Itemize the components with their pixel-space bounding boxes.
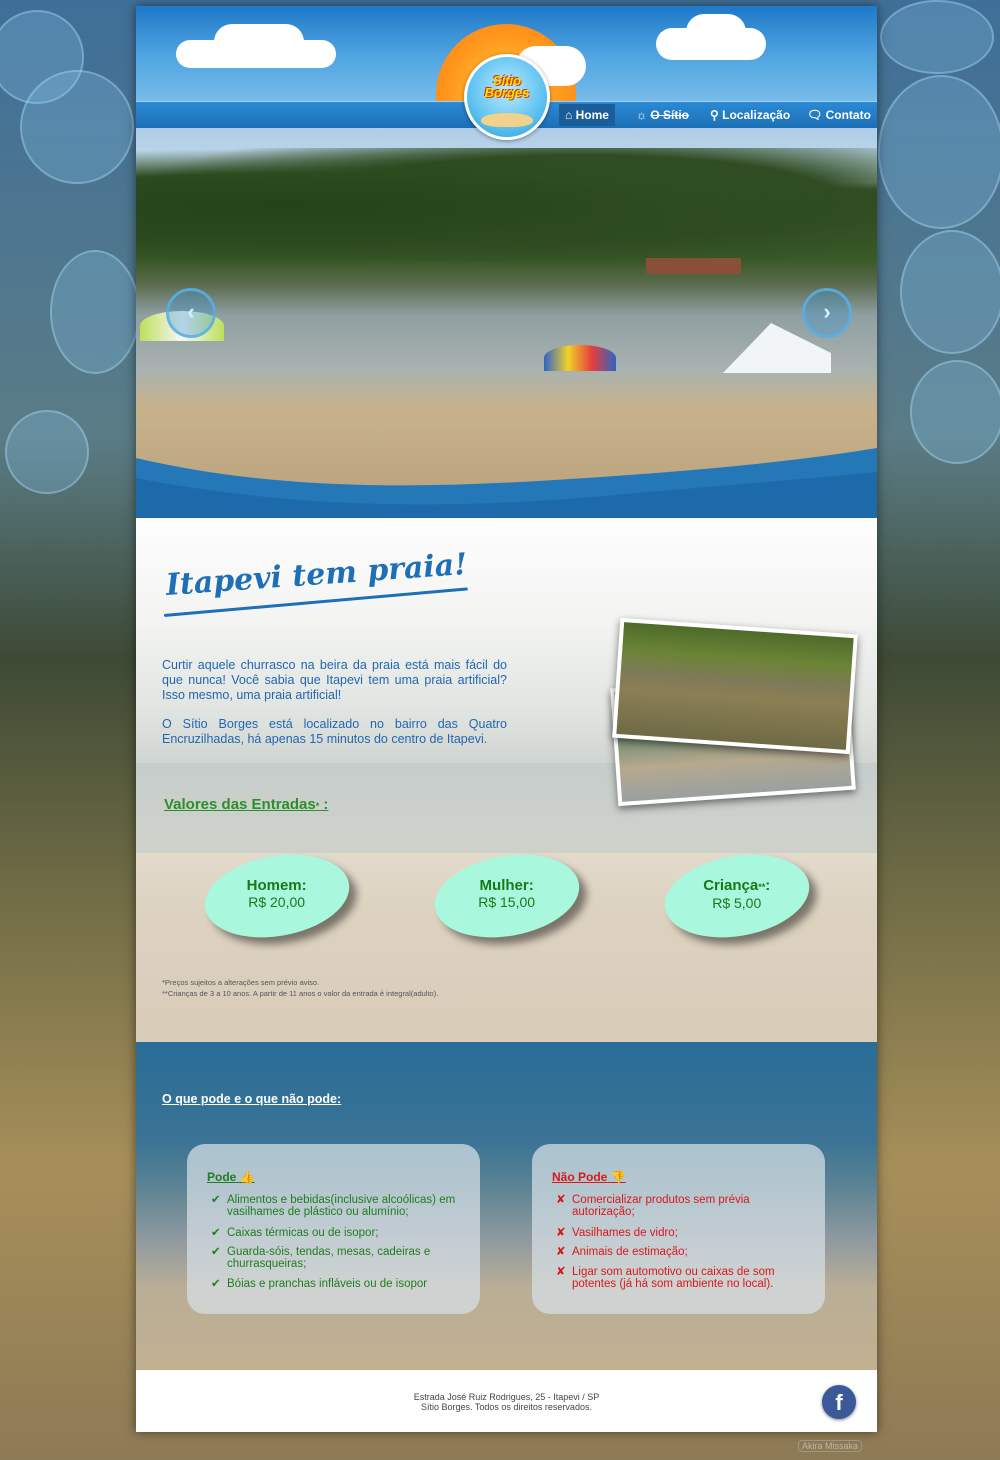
price-value: R$ 20,00: [248, 894, 306, 911]
page-title: Itapevi tem praia!: [164, 546, 469, 603]
allowed-item-text: Guarda-sóis, tendas, mesas, cadeiras e c…: [227, 1246, 431, 1270]
hero-slider: ‹ ›: [136, 128, 877, 518]
nav-home-label: Home: [575, 108, 609, 122]
price-label: Criança**:: [664, 877, 810, 895]
rules-heading: O que pode e o que não pode:: [162, 1092, 342, 1106]
price-card-homem: Homem: R$ 20,00: [198, 843, 356, 949]
price-value: R$ 5,00: [712, 895, 762, 912]
site-logo[interactable]: Sítio Borges: [464, 54, 550, 140]
cross-icon: ✘: [556, 1227, 566, 1239]
chevron-right-icon: ›: [823, 299, 831, 324]
price-label: Mulher:: [479, 877, 534, 895]
nav-contato[interactable]: 🗨 Contato: [801, 104, 877, 126]
nav-contato-label: Contato: [825, 108, 871, 122]
forbidden-item-text: Animais de estimação;: [572, 1246, 688, 1258]
price-label: Homem:: [246, 877, 307, 895]
slider-prev-button[interactable]: ‹: [166, 288, 216, 338]
allowed-item: ✔ Bóias e pranchas infláveis ou de isopor: [211, 1278, 461, 1290]
lake-photo-front[interactable]: [612, 617, 858, 755]
cross-icon: ✘: [556, 1194, 566, 1206]
nav-localizacao[interactable]: ⚲ Localização: [704, 104, 796, 126]
price-note-1: *Preços sujeitos a alterações sem prévio…: [162, 978, 320, 987]
prices-heading-suffix: :: [319, 796, 329, 813]
intro-section: Itapevi tem praia! Curtir aquele churras…: [136, 518, 877, 1042]
nav-o-sitio-label: O Sítio: [650, 108, 690, 122]
allowed-item-text: Caixas térmicas ou de isopor;: [227, 1227, 379, 1239]
chat-bubble-icon: 🗨: [807, 108, 823, 122]
nav-localizacao-label: Localização: [722, 108, 791, 122]
map-marker-icon: ⚲: [710, 108, 719, 122]
home-icon: ⌂: [565, 108, 573, 122]
forbidden-item: ✘ Ligar som automotivo ou caixas de som p…: [556, 1266, 806, 1290]
bg-bubble: [880, 0, 994, 74]
facebook-button[interactable]: f: [822, 1385, 856, 1419]
allowed-item-text: Bóias e pranchas infláveis ou de isopor: [227, 1278, 428, 1290]
price-label-suffix: :: [765, 877, 771, 895]
nav-home[interactable]: ⌂ Home: [559, 104, 615, 126]
cloud: [686, 14, 746, 50]
forbidden-title-text: Não Pode: [552, 1170, 608, 1184]
price-value: R$ 15,00: [478, 894, 536, 911]
hero-kiosk: [646, 258, 741, 274]
footer-copyright: Sítio Borges. Todos os direitos reservad…: [421, 1402, 592, 1412]
hero-forest: [136, 148, 877, 268]
allowed-panel: Pode 👍 ✔ Alimentos e bebidas(inclusive al…: [187, 1144, 480, 1314]
allowed-title-text: Pode: [207, 1170, 237, 1184]
cross-icon: ✘: [556, 1246, 566, 1258]
facebook-icon: f: [835, 1390, 843, 1415]
logo-beach: [481, 113, 533, 127]
check-icon: ✔: [211, 1194, 221, 1206]
check-icon: ✔: [211, 1246, 221, 1258]
hero-wave: [136, 448, 877, 518]
thumbs-up-icon: 👍: [239, 1170, 255, 1184]
thumbs-down-icon: 👎: [610, 1170, 626, 1184]
cross-icon: ✘: [556, 1266, 566, 1278]
hero-umbrella: [544, 345, 616, 371]
slider-next-button[interactable]: ›: [802, 288, 852, 338]
bg-bubble: [5, 410, 89, 494]
cloud: [214, 24, 304, 60]
prices-heading: Valores das Entradas* :: [164, 796, 328, 813]
check-icon: ✔: [211, 1227, 221, 1239]
chevron-left-icon: ‹: [187, 299, 195, 324]
bg-bubble: [20, 70, 134, 184]
forbidden-item: ✘ Vasilhames de vidro;: [556, 1227, 806, 1239]
forbidden-item: ✘ Animais de estimação;: [556, 1246, 806, 1258]
logo-text: Sítio Borges: [484, 73, 530, 100]
price-label-mark: **: [758, 882, 766, 893]
forbidden-item-text: Vasilhames de vidro;: [572, 1227, 678, 1239]
bg-bubble: [910, 360, 1000, 464]
bg-bubble: [50, 250, 140, 374]
bg-bubble: [878, 75, 1000, 229]
rules-section: O que pode e o que não pode: Pode 👍 ✔ Ali…: [136, 1042, 877, 1370]
watermark: Akira Missaka: [798, 1440, 863, 1452]
forbidden-item-text: Comercializar produtos sem prévia autori…: [572, 1194, 750, 1218]
allowed-item: ✔ Caixas térmicas ou de isopor;: [211, 1227, 461, 1239]
forbidden-panel: Não Pode 👎 ✘ Comercializar produtos sem p…: [532, 1144, 825, 1314]
intro-paragraph-2: O Sítio Borges está localizado no bairro…: [162, 717, 507, 746]
nav-o-sitio[interactable]: ☼ O Sítio: [630, 104, 695, 126]
check-icon: ✔: [211, 1278, 221, 1290]
prices-heading-text: Valores das Entradas: [164, 796, 316, 813]
sun-icon: ☼: [636, 108, 647, 122]
price-card-mulher: Mulher: R$ 15,00: [428, 843, 586, 949]
page-container: Sítio Borges ⌂ Home ☼ O Sítio ⚲ Localiza…: [136, 6, 877, 1432]
bg-bubble: [900, 230, 1000, 354]
price-card-crianca: Criança**: R$ 5,00: [658, 843, 816, 949]
intro-paragraph-1: Curtir aquele churrasco na beira da prai…: [162, 658, 507, 702]
footer-text: Estrada José Ruiz Rodrigues, 25 - Itapev…: [136, 1392, 877, 1412]
footer-address: Estrada José Ruiz Rodrigues, 25 - Itapev…: [413, 1392, 600, 1402]
allowed-title: Pode 👍: [207, 1170, 255, 1184]
allowed-item: ✔ Alimentos e bebidas(inclusive alcoólica…: [211, 1194, 461, 1218]
price-label-text: Criança: [703, 877, 759, 895]
forbidden-item-text: Ligar som automotivo ou caixas de som po…: [572, 1266, 775, 1290]
forbidden-item: ✘ Comercializar produtos sem prévia autor…: [556, 1194, 806, 1218]
allowed-item: ✔ Guarda-sóis, tendas, mesas, cadeiras e …: [211, 1246, 461, 1270]
price-note-2: **Crianças de 3 a 10 anos. A partir de 1…: [162, 989, 439, 998]
forbidden-title: Não Pode 👎: [552, 1170, 626, 1184]
footer: Estrada José Ruiz Rodrigues, 25 - Itapev…: [136, 1370, 877, 1432]
allowed-item-text: Alimentos e bebidas(inclusive alcoólicas…: [227, 1194, 456, 1218]
